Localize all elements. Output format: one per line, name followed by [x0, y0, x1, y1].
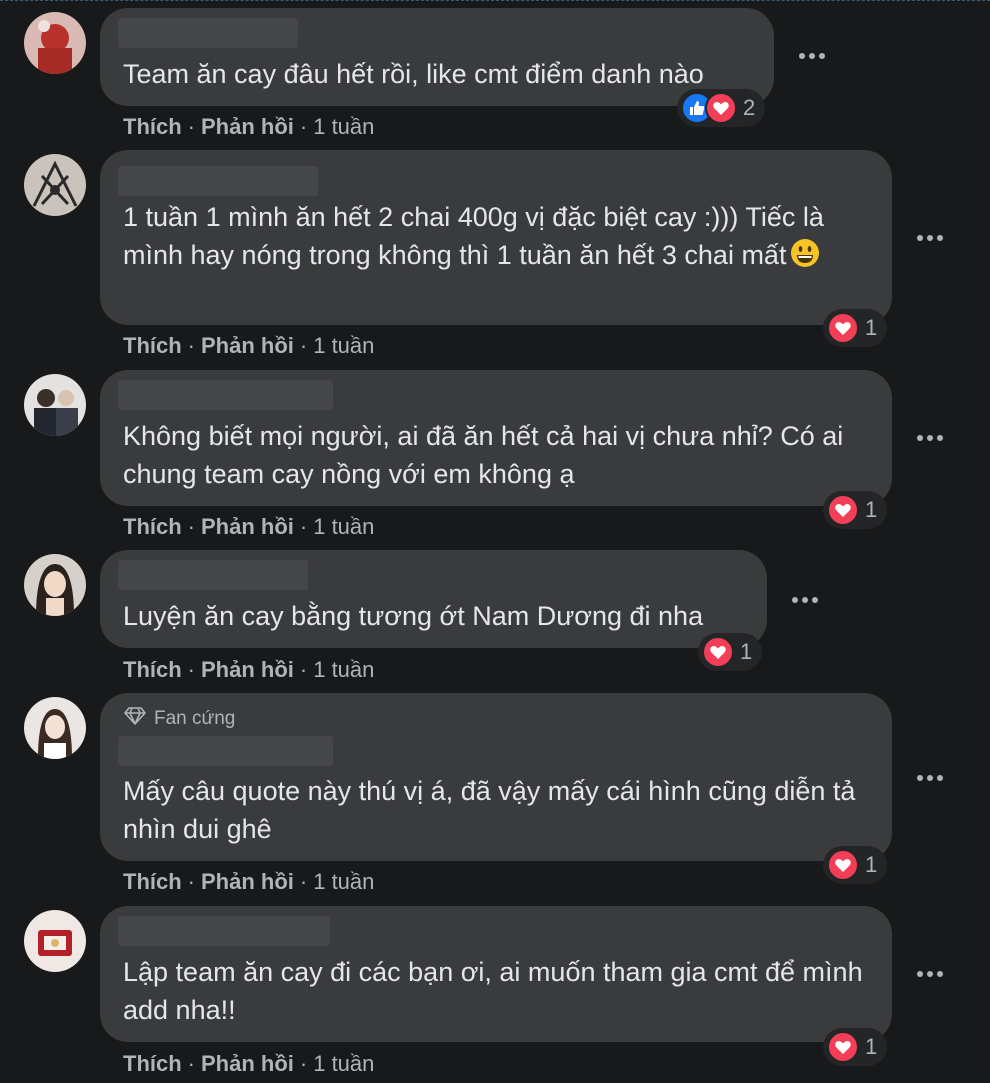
avatar[interactable]: [24, 12, 86, 74]
like-link[interactable]: Thích: [123, 657, 182, 682]
comment-text: Luyện ăn cay bằng tương ớt Nam Dương đi …: [123, 601, 704, 631]
comment-text: Lập team ăn cay đi các bạn ơi, ai muốn t…: [123, 957, 863, 1025]
avatar[interactable]: [24, 374, 86, 436]
timestamp[interactable]: 1 tuần: [313, 514, 374, 539]
reaction-count: 1: [740, 639, 753, 664]
comment-actions: Thích · Phản hồi · 1 tuần: [123, 114, 375, 139]
like-link[interactable]: Thích: [123, 1051, 182, 1076]
love-icon: [702, 636, 734, 668]
avatar[interactable]: [24, 697, 86, 759]
reply-link[interactable]: Phản hồi: [201, 657, 294, 682]
comment-text: Mấy câu quote này thú vị á, đã vậy mấy c…: [123, 776, 856, 844]
comment-bubble: 1 tuần 1 mình ăn hết 2 chai 400g vị đặc …: [100, 150, 892, 325]
comment-bubble: Lập team ăn cay đi các bạn ơi, ai muốn t…: [100, 906, 892, 1042]
comment-actions: Thích · Phản hồi · 1 tuần: [123, 869, 375, 894]
comment-text: Không biết mọi người, ai đã ăn hết cả ha…: [123, 421, 844, 489]
author-name-redacted[interactable]: [118, 736, 333, 766]
reply-link[interactable]: Phản hồi: [201, 869, 294, 894]
reply-link[interactable]: Phản hồi: [201, 114, 294, 139]
author-name-redacted[interactable]: [118, 916, 330, 946]
timestamp[interactable]: 1 tuần: [313, 114, 374, 139]
reply-link[interactable]: Phản hồi: [201, 514, 294, 539]
comment-actions: Thích · Phản hồi · 1 tuần: [123, 657, 375, 682]
author-name-redacted[interactable]: [118, 380, 333, 410]
reaction-summary[interactable]: 1: [823, 1028, 888, 1066]
top-edge-divider: [0, 0, 990, 4]
author-name-redacted[interactable]: [118, 560, 308, 590]
avatar[interactable]: [24, 910, 86, 972]
reaction-summary[interactable]: 2: [677, 89, 766, 127]
badge-label: Fan cứng: [154, 708, 236, 729]
like-link[interactable]: Thích: [123, 869, 182, 894]
timestamp[interactable]: 1 tuần: [313, 333, 374, 358]
more-options-button[interactable]: [915, 968, 945, 980]
more-options-button[interactable]: [797, 50, 827, 62]
reaction-summary[interactable]: 1: [823, 491, 888, 529]
love-icon: [827, 1031, 859, 1063]
comment-text: 1 tuần 1 mình ăn hết 2 chai 400g vị đặc …: [123, 202, 824, 270]
timestamp[interactable]: 1 tuần: [313, 869, 374, 894]
reaction-summary[interactable]: 1: [698, 633, 763, 671]
love-icon: [827, 312, 859, 344]
love-icon: [827, 494, 859, 526]
timestamp[interactable]: 1 tuần: [313, 1051, 374, 1076]
reply-link[interactable]: Phản hồi: [201, 333, 294, 358]
comment-bubble: Không biết mọi người, ai đã ăn hết cả ha…: [100, 370, 892, 506]
like-link[interactable]: Thích: [123, 114, 182, 139]
comment-bubble: Fan cứng Mấy câu quote này thú vị á, đã …: [100, 693, 892, 861]
reaction-count: 1: [865, 315, 878, 340]
diamond-icon: [124, 707, 146, 731]
timestamp[interactable]: 1 tuần: [313, 657, 374, 682]
more-options-button[interactable]: [915, 432, 945, 444]
reaction-count: 1: [865, 852, 878, 877]
comment-actions: Thích · Phản hồi · 1 tuần: [123, 333, 375, 358]
author-name-redacted[interactable]: [118, 166, 318, 196]
comment-bubble: Luyện ăn cay bằng tương ớt Nam Dương đi …: [100, 550, 767, 648]
like-link[interactable]: Thích: [123, 333, 182, 358]
reaction-count: 2: [743, 95, 756, 120]
reply-link[interactable]: Phản hồi: [201, 1051, 294, 1076]
like-link[interactable]: Thích: [123, 514, 182, 539]
avatar[interactable]: [24, 554, 86, 616]
reaction-summary[interactable]: 1: [823, 309, 888, 347]
love-icon: [705, 92, 737, 124]
love-icon: [827, 849, 859, 881]
reaction-summary[interactable]: 1: [823, 846, 888, 884]
more-options-button[interactable]: [915, 232, 945, 244]
comment-text: Team ăn cay đâu hết rồi, like cmt điểm d…: [123, 59, 704, 89]
comment-actions: Thích · Phản hồi · 1 tuần: [123, 1051, 375, 1076]
author-name-redacted[interactable]: [118, 18, 298, 48]
comment-bubble: Team ăn cay đâu hết rồi, like cmt điểm d…: [100, 8, 774, 106]
reaction-count: 1: [865, 497, 878, 522]
fan-badge[interactable]: Fan cứng: [124, 707, 235, 731]
more-options-button[interactable]: [790, 594, 820, 606]
reaction-count: 1: [865, 1034, 878, 1059]
more-options-button[interactable]: [915, 772, 945, 784]
avatar[interactable]: [24, 154, 86, 216]
comment-actions: Thích · Phản hồi · 1 tuần: [123, 514, 375, 539]
grinning-face-emoji: [790, 238, 820, 268]
